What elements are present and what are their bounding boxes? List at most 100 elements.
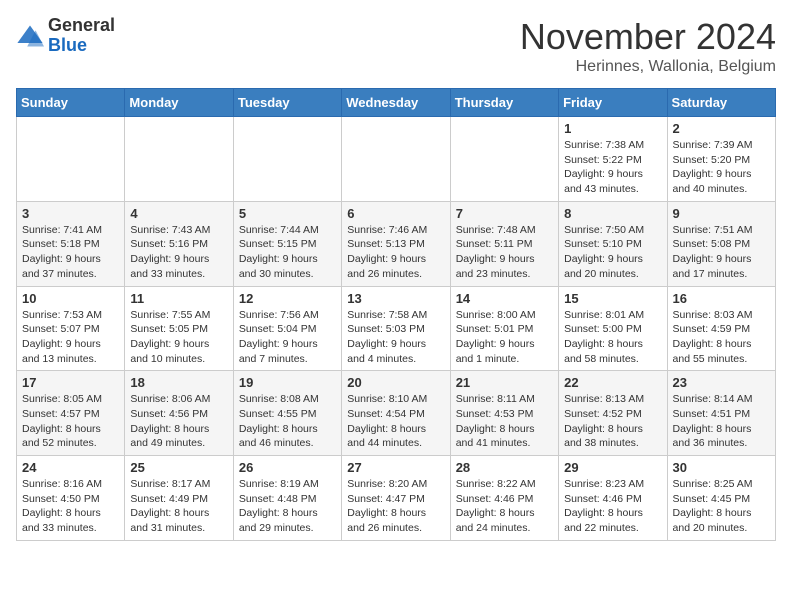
calendar-day-cell: 18Sunrise: 8:06 AM Sunset: 4:56 PM Dayli… [125,371,233,456]
calendar-day-cell: 22 Sunrise: 8:13 AM Sunset: 4:52 PM Dayli… [559,371,667,456]
day-info: Sunrise: 8:08 AM Sunset: 4:55 PM Dayligh… [239,392,336,451]
day-number: 16 [673,291,770,306]
day-info: Sunrise: 8:19 AM Sunset: 4:48 PM Dayligh… [239,477,336,536]
day-info: Sunrise: 8:22 AM Sunset: 4:46 PM Dayligh… [456,477,553,536]
calendar-day-cell: 16Sunrise: 8:03 AM Sunset: 4:59 PM Dayli… [667,286,775,371]
day-number: 4 [130,206,227,221]
day-number: 20 [347,375,444,390]
logo-icon [16,22,44,50]
day-info: Sunrise: 7:41 AM Sunset: 5:18 PM Dayligh… [22,223,119,282]
day-info: Sunrise: 7:44 AM Sunset: 5:15 PM Dayligh… [239,223,336,282]
day-info: Sunrise: 8:00 AM Sunset: 5:01 PM Dayligh… [456,308,553,367]
calendar-week-row: 17 Sunrise: 8:05 AM Sunset: 4:57 PM Dayli… [17,371,776,456]
calendar-day-cell: 8 Sunrise: 7:50 AM Sunset: 5:10 PM Daylig… [559,201,667,286]
calendar-day-cell: 19 Sunrise: 8:08 AM Sunset: 4:55 PM Dayli… [233,371,341,456]
day-number: 15 [564,291,661,306]
day-number: 9 [673,206,770,221]
title-block: November 2024 Herinnes, Wallonia, Belgiu… [520,16,776,76]
day-number: 18 [130,375,227,390]
calendar-day-cell: 15 Sunrise: 8:01 AM Sunset: 5:00 PM Dayli… [559,286,667,371]
weekday-header-cell: Sunday [17,89,125,117]
logo-blue-text: Blue [48,35,87,55]
weekday-header-cell: Monday [125,89,233,117]
calendar-day-cell: 10 Sunrise: 7:53 AM Sunset: 5:07 PM Dayli… [17,286,125,371]
calendar-week-row: 10 Sunrise: 7:53 AM Sunset: 5:07 PM Dayli… [17,286,776,371]
day-info: Sunrise: 7:58 AM Sunset: 5:03 PM Dayligh… [347,308,444,367]
day-number: 19 [239,375,336,390]
day-number: 1 [564,121,661,136]
day-info: Sunrise: 7:39 AM Sunset: 5:20 PM Dayligh… [673,138,770,197]
calendar-day-cell: 17 Sunrise: 8:05 AM Sunset: 4:57 PM Dayli… [17,371,125,456]
calendar-day-cell: 7Sunrise: 7:48 AM Sunset: 5:11 PM Daylig… [450,201,558,286]
day-info: Sunrise: 8:16 AM Sunset: 4:50 PM Dayligh… [22,477,119,536]
day-number: 10 [22,291,119,306]
calendar-day-cell: 30Sunrise: 8:25 AM Sunset: 4:45 PM Dayli… [667,456,775,541]
calendar-day-cell: 21 Sunrise: 8:11 AM Sunset: 4:53 PM Dayli… [450,371,558,456]
weekday-header-cell: Thursday [450,89,558,117]
logo: General Blue [16,16,115,56]
day-info: Sunrise: 7:53 AM Sunset: 5:07 PM Dayligh… [22,308,119,367]
day-info: Sunrise: 8:25 AM Sunset: 4:45 PM Dayligh… [673,477,770,536]
day-number: 25 [130,460,227,475]
calendar-week-row: 1 Sunrise: 7:38 AM Sunset: 5:22 PM Daylig… [17,117,776,202]
day-number: 28 [456,460,553,475]
calendar-day-cell: 14 Sunrise: 8:00 AM Sunset: 5:01 PM Dayli… [450,286,558,371]
calendar-week-row: 3 Sunrise: 7:41 AM Sunset: 5:18 PM Daylig… [17,201,776,286]
calendar-day-cell: 11 Sunrise: 7:55 AM Sunset: 5:05 PM Dayli… [125,286,233,371]
day-number: 17 [22,375,119,390]
day-number: 29 [564,460,661,475]
logo-general-text: General [48,15,115,35]
day-number: 11 [130,291,227,306]
day-info: Sunrise: 7:51 AM Sunset: 5:08 PM Dayligh… [673,223,770,282]
calendar-day-cell: 9 Sunrise: 7:51 AM Sunset: 5:08 PM Daylig… [667,201,775,286]
calendar-day-cell: 27 Sunrise: 8:20 AM Sunset: 4:47 PM Dayli… [342,456,450,541]
calendar-day-cell: 13 Sunrise: 7:58 AM Sunset: 5:03 PM Dayli… [342,286,450,371]
weekday-header-cell: Tuesday [233,89,341,117]
calendar-day-cell: 24 Sunrise: 8:16 AM Sunset: 4:50 PM Dayli… [17,456,125,541]
calendar-day-cell [342,117,450,202]
day-info: Sunrise: 8:05 AM Sunset: 4:57 PM Dayligh… [22,392,119,451]
month-title: November 2024 [520,16,776,58]
calendar-day-cell: 2 Sunrise: 7:39 AM Sunset: 5:20 PM Daylig… [667,117,775,202]
day-number: 24 [22,460,119,475]
day-number: 12 [239,291,336,306]
day-info: Sunrise: 8:17 AM Sunset: 4:49 PM Dayligh… [130,477,227,536]
calendar-day-cell: 20 Sunrise: 8:10 AM Sunset: 4:54 PM Dayli… [342,371,450,456]
location-title: Herinnes, Wallonia, Belgium [520,58,776,76]
day-info: Sunrise: 8:23 AM Sunset: 4:46 PM Dayligh… [564,477,661,536]
day-number: 14 [456,291,553,306]
calendar-day-cell [233,117,341,202]
calendar-day-cell: 4Sunrise: 7:43 AM Sunset: 5:16 PM Daylig… [125,201,233,286]
day-number: 2 [673,121,770,136]
day-number: 23 [673,375,770,390]
calendar-day-cell: 26 Sunrise: 8:19 AM Sunset: 4:48 PM Dayli… [233,456,341,541]
day-info: Sunrise: 8:01 AM Sunset: 5:00 PM Dayligh… [564,308,661,367]
calendar-day-cell: 25 Sunrise: 8:17 AM Sunset: 4:49 PM Dayli… [125,456,233,541]
day-number: 3 [22,206,119,221]
day-info: Sunrise: 7:38 AM Sunset: 5:22 PM Dayligh… [564,138,661,197]
calendar-table: SundayMondayTuesdayWednesdayThursdayFrid… [16,88,776,541]
calendar-day-cell [125,117,233,202]
calendar-day-cell: 6Sunrise: 7:46 AM Sunset: 5:13 PM Daylig… [342,201,450,286]
calendar-day-cell: 29 Sunrise: 8:23 AM Sunset: 4:46 PM Dayli… [559,456,667,541]
weekday-header-cell: Wednesday [342,89,450,117]
calendar-day-cell: 3 Sunrise: 7:41 AM Sunset: 5:18 PM Daylig… [17,201,125,286]
day-info: Sunrise: 7:46 AM Sunset: 5:13 PM Dayligh… [347,223,444,282]
day-info: Sunrise: 8:11 AM Sunset: 4:53 PM Dayligh… [456,392,553,451]
day-info: Sunrise: 8:10 AM Sunset: 4:54 PM Dayligh… [347,392,444,451]
day-info: Sunrise: 8:20 AM Sunset: 4:47 PM Dayligh… [347,477,444,536]
day-info: Sunrise: 7:50 AM Sunset: 5:10 PM Dayligh… [564,223,661,282]
day-info: Sunrise: 8:13 AM Sunset: 4:52 PM Dayligh… [564,392,661,451]
day-number: 22 [564,375,661,390]
day-number: 5 [239,206,336,221]
weekday-header-cell: Saturday [667,89,775,117]
day-number: 21 [456,375,553,390]
day-number: 26 [239,460,336,475]
calendar-day-cell [17,117,125,202]
day-number: 7 [456,206,553,221]
day-number: 13 [347,291,444,306]
day-info: Sunrise: 7:55 AM Sunset: 5:05 PM Dayligh… [130,308,227,367]
weekday-header-cell: Friday [559,89,667,117]
day-number: 8 [564,206,661,221]
day-number: 27 [347,460,444,475]
